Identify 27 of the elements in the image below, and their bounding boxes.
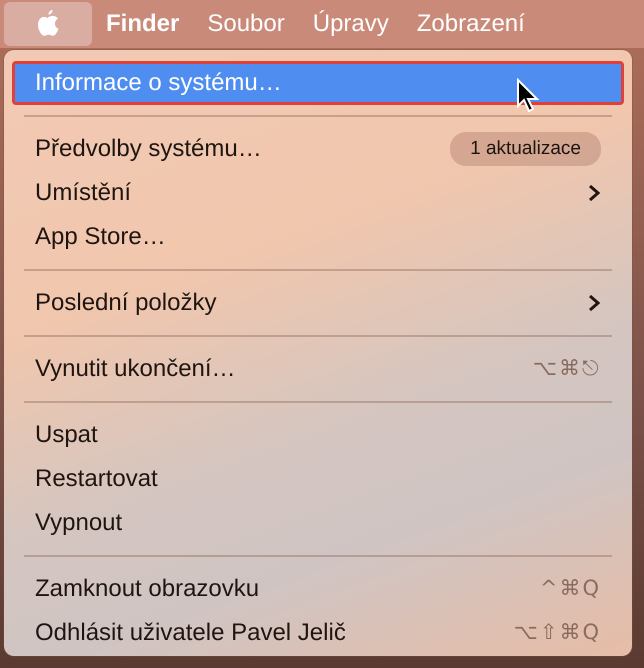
menu-item-label: Poslední položky bbox=[35, 288, 216, 318]
menu-item-label: Informace o systému… bbox=[35, 68, 282, 98]
menu-item[interactable]: Restartovat bbox=[12, 457, 624, 501]
keyboard-shortcut: ^⌘Q bbox=[540, 575, 601, 602]
menu-item-label: Umístění bbox=[35, 178, 132, 208]
menu-item[interactable]: Poslední položky bbox=[12, 281, 624, 325]
apple-menu-button[interactable] bbox=[4, 2, 92, 46]
menu-item[interactable]: Umístění bbox=[12, 171, 624, 215]
menu-item-label: Předvolby systému… bbox=[35, 134, 262, 164]
menu-item[interactable]: Vynutit ukončení… ⌥⌘⎋ bbox=[12, 347, 624, 391]
menu-item-label: Vynutit ukončení… bbox=[35, 354, 236, 384]
keyboard-shortcut: ⌥⌘⎋ bbox=[532, 355, 601, 382]
menu-item-label: Zamknout obrazovku bbox=[35, 574, 260, 604]
keyboard-shortcut: ⌥⇧⌘Q bbox=[514, 619, 601, 646]
menu-item[interactable]: Uspat bbox=[12, 413, 624, 457]
menu-item[interactable]: Zamknout obrazovku ^⌘Q bbox=[12, 567, 624, 611]
menu-item[interactable]: Vypnout bbox=[12, 501, 624, 545]
update-count-pill: 1 aktualizace bbox=[450, 132, 601, 166]
menu-item-label: Vypnout bbox=[35, 508, 122, 538]
menu-item[interactable]: Odhlásit uživatele Pavel Jelič ⌥⇧⌘Q bbox=[12, 611, 624, 655]
menu-item-label: App Store… bbox=[35, 222, 166, 252]
menu-item-label: Odhlásit uživatele Pavel Jelič bbox=[35, 618, 346, 648]
menu-item[interactable]: App Store… bbox=[12, 215, 624, 259]
menu-item-label: Uspat bbox=[35, 420, 98, 450]
menu-item-label: Restartovat bbox=[35, 464, 158, 494]
mouse-pointer-icon bbox=[516, 78, 542, 114]
menu-item[interactable]: Předvolby systému… 1 aktualizace bbox=[12, 127, 624, 171]
